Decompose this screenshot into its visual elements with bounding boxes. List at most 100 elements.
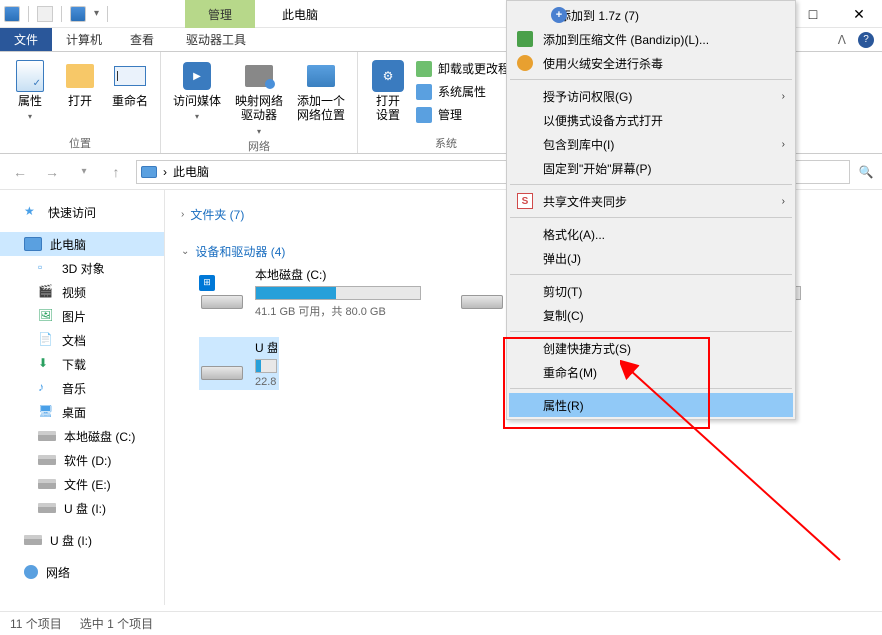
storage-bar [255,359,277,373]
separator [510,274,792,275]
sidebar-item-desktop[interactable]: 🖥 桌面 [0,400,164,424]
help-icon[interactable]: ? [858,32,874,48]
separator [510,184,792,185]
settings-icon: ⚙ [372,60,404,92]
submenu-arrow-icon: › [782,196,785,207]
cm-properties[interactable]: 属性(R) [509,393,793,417]
properties-icon [16,60,44,92]
sidebar-item-file-e[interactable]: 文件 (E:) [0,472,164,496]
map-network-drive-button[interactable]: 映射网络 驱动器 ▾ [231,56,287,136]
breadcrumb-sep-icon: › [163,165,167,179]
cm-open-portable[interactable]: 以便携式设备方式打开 [509,108,793,132]
access-media-button[interactable]: 访问媒体 ▾ [169,56,225,121]
sidebar-item-this-pc[interactable]: 此电脑 [0,232,164,256]
cm-copy[interactable]: 复制(C) [509,303,793,327]
sidebar-item-documents[interactable]: 📄 文档 [0,328,164,352]
app-icon [4,6,20,22]
cm-eject[interactable]: 弹出(J) [509,246,793,270]
maximize-button[interactable]: □ [790,0,836,28]
sidebar-item-3d-objects[interactable]: ▫ 3D 对象 [0,256,164,280]
cm-pin-start[interactable]: 固定到"开始"屏幕(P) [509,156,793,180]
separator [510,217,792,218]
drive-icon [38,503,56,513]
manage-icon [416,107,432,123]
sidebar-item-pictures[interactable]: 🖼 图片 [0,304,164,328]
rename-icon [114,66,146,86]
sidebar-item-software-d[interactable]: 软件 (D:) [0,448,164,472]
window-title: 此电脑 [270,0,330,28]
video-icon: 🎬 [38,284,54,300]
cm-sync-folder[interactable]: S 共享文件夹同步 › [509,189,793,213]
add-network-location-button[interactable]: 添加一个 网络位置 [293,56,349,123]
navigation-pane: ★ 快速访问 此电脑 ▫ 3D 对象 🎬 视频 🖼 图片 📄 文档 ⬇ 下载 [0,190,165,605]
separator [510,331,792,332]
submenu-arrow-icon: › [782,139,785,150]
cm-include-library[interactable]: 包含到库中(I) › [509,132,793,156]
tab-driver-tools[interactable]: 驱动器工具 [178,28,254,51]
windows-badge-icon: ⊞ [199,275,215,291]
open-settings-button[interactable]: ⚙ 打开 设置 [366,56,410,123]
sidebar-item-downloads[interactable]: ⬇ 下载 [0,352,164,376]
3d-icon: ▫ [38,260,54,276]
cm-grant-access[interactable]: 授予访问权限(G) › [509,84,793,108]
cm-format[interactable]: 格式化(A)... [509,222,793,246]
item-count: 11 个项目 [10,615,62,632]
this-pc-icon [141,166,157,178]
cm-add-to-archive[interactable]: 添加到压缩文件 (Bandizip)(L)... [509,27,793,51]
dropdown-arrow-icon: ▾ [28,112,32,121]
pictures-icon: 🖼 [38,308,54,324]
search-icon[interactable]: 🔍 [858,164,874,180]
cm-create-shortcut[interactable]: 创建快捷方式(S) [509,336,793,360]
sidebar-item-network[interactable]: 网络 [0,560,164,584]
submenu-arrow-icon: › [782,91,785,102]
music-icon: ♪ [38,380,54,396]
sidebar-item-quick-access[interactable]: ★ 快速访问 [0,200,164,224]
tab-file[interactable]: 文件 [0,28,52,51]
qat-button-1[interactable] [37,6,53,22]
cm-cut[interactable]: 剪切(T) [509,279,793,303]
add-network-icon [307,65,335,87]
contextual-tab-manage[interactable]: 管理 [185,0,255,28]
sidebar-item-videos[interactable]: 🎬 视频 [0,280,164,304]
folder-open-icon [66,64,94,88]
uninstall-icon [416,61,432,77]
qat-button-2[interactable] [70,6,86,22]
cm-rename[interactable]: 重命名(M) [509,360,793,384]
sidebar-item-music[interactable]: ♪ 音乐 [0,376,164,400]
status-bar: 11 个项目 选中 1 个项目 [0,611,882,635]
huorong-icon [517,55,533,71]
history-dropdown-icon[interactable]: ▾ [72,160,96,184]
sidebar-item-usb-i-root[interactable]: U 盘 (I:) [0,528,164,552]
dropdown-arrow-icon: ▾ [257,127,261,136]
bandizip-icon [517,31,533,47]
chevron-right-icon: › [181,209,184,220]
up-button[interactable]: ↑ [104,160,128,184]
drive-icon [24,535,42,545]
star-icon: ★ [24,204,40,220]
qat-dropdown-icon[interactable]: ▾ [94,8,99,19]
close-button[interactable]: ✕ [836,0,882,28]
rename-button[interactable]: 重命名 [108,56,152,108]
tab-view[interactable]: 查看 [116,28,168,51]
pc-icon [24,237,42,251]
drive-local-c[interactable]: ⊞ 本地磁盘 (C:) 41.1 GB 可用，共 80.0 GB [201,266,421,319]
selected-count: 选中 1 个项目 [80,615,153,632]
sidebar-item-local-c[interactable]: 本地磁盘 (C:) [0,424,164,448]
drive-usb-i[interactable]: U 盘 22.8 [199,337,279,390]
separator [510,79,792,80]
cm-huorong-scan[interactable]: 使用火绒安全进行杀毒 [509,51,793,75]
forward-button[interactable]: → [40,160,64,184]
back-button[interactable]: ← [8,160,32,184]
documents-icon: 📄 [38,332,54,348]
ribbon-collapse-icon[interactable]: ᐱ [838,33,846,47]
sidebar-item-usb-i[interactable]: U 盘 (I:) [0,496,164,520]
downloads-icon: ⬇ [38,356,54,372]
breadcrumb-this-pc[interactable]: 此电脑 [173,163,209,180]
properties-button[interactable]: 属性 ▾ [8,56,52,121]
media-icon [183,62,211,90]
tab-computer[interactable]: 计算机 [52,28,116,51]
dropdown-arrow-icon: ▾ [195,112,199,121]
drive-icon [38,479,56,489]
cm-add-to-7z[interactable]: 添加到 1.7z (7) [509,3,793,27]
open-button[interactable]: 打开 [58,56,102,108]
